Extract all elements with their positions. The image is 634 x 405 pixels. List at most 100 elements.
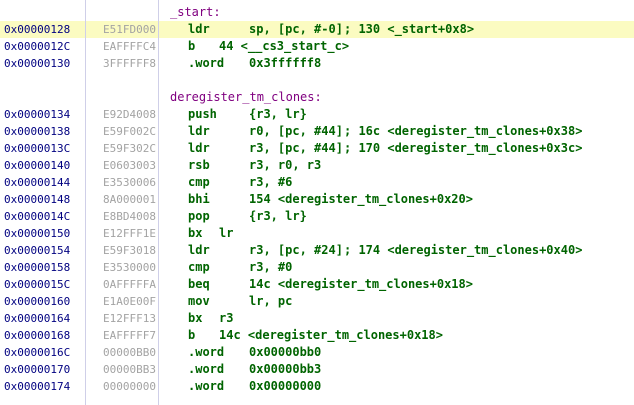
mnemonic: pop [188, 208, 249, 225]
mnemonic: cmp [188, 174, 249, 191]
address-cell: 0x0000014C [0, 208, 85, 225]
disassembly-listing[interactable]: _start:0x00000128E51FD000ldrsp, [pc, #-0… [0, 0, 634, 405]
address-cell: 0x00000150 [0, 225, 85, 242]
disassembly-cell: deregister_tm_clones: [158, 89, 634, 106]
disassembly-cell: ldrsp, [pc, #-0]; 130 <_start+0x8> [158, 21, 634, 38]
opcode-bytes-cell: E59F3018 [85, 242, 158, 259]
opcode-bytes-cell: EAFFFFC4 [85, 38, 158, 55]
opcode-bytes-cell: E12FFF1E [85, 225, 158, 242]
label-row[interactable]: deregister_tm_clones: [0, 89, 634, 106]
disassembly-row[interactable]: 0x00000128E51FD000ldrsp, [pc, #-0]; 130 … [0, 21, 634, 38]
address-cell: 0x00000148 [0, 191, 85, 208]
mnemonic: b [188, 327, 219, 344]
disassembly-cell: rsbr3, r0, r3 [158, 157, 634, 174]
comment: ; 16c <deregister_tm_clones+0x38> [344, 124, 582, 138]
address-cell: 0x0000015C [0, 276, 85, 293]
disassembly-row[interactable]: 0x0000017400000000.word0x00000000 [0, 378, 634, 395]
operands: r3, #0 [249, 259, 344, 276]
disassembly-cell: cmpr3, #6 [158, 174, 634, 191]
disassembly-row[interactable]: 0x0000013CE59F302Cldrr3, [pc, #44]; 170 … [0, 140, 634, 157]
operands: sp, [pc, #-0] [249, 21, 344, 38]
disassembly-row[interactable]: 0x00000164E12FFF13bxr3 [0, 310, 634, 327]
disassembly-row[interactable]: 0x00000140E0603003rsbr3, r0, r3 [0, 157, 634, 174]
operands: r3, #6 [249, 174, 344, 191]
mnemonic: mov [188, 293, 249, 310]
address-cell: 0x00000168 [0, 327, 85, 344]
label-row[interactable]: _start: [0, 4, 634, 21]
operands: 14c <deregister_tm_clones+0x18> [219, 327, 443, 344]
disassembly-row[interactable]: 0x00000168EAFFFFF7b14c <deregister_tm_cl… [0, 327, 634, 344]
address-cell: 0x00000164 [0, 310, 85, 327]
disassembly-row[interactable]: 0x0000015C0AFFFFFAbeq14c <deregister_tm_… [0, 276, 634, 293]
address-cell [0, 72, 85, 89]
operands: 0x00000000 [249, 378, 344, 395]
disassembly-row[interactable]: 0x0000012CEAFFFFC4b44 <__cs3_start_c> [0, 38, 634, 55]
opcode-bytes-cell: 00000BB0 [85, 344, 158, 361]
opcode-bytes-cell: E1A0E00F [85, 293, 158, 310]
address-cell: 0x0000012C [0, 38, 85, 55]
opcode-bytes-cell: 3FFFFFF8 [85, 55, 158, 72]
opcode-bytes-cell: E0603003 [85, 157, 158, 174]
opcode-bytes-cell [85, 89, 158, 106]
disassembly-row[interactable]: 0x00000158E3530000cmpr3, #0 [0, 259, 634, 276]
mnemonic: .word [188, 361, 249, 378]
blank-row [0, 72, 634, 89]
disassembly-cell: .word0x00000bb0 [158, 344, 634, 361]
address-cell: 0x00000160 [0, 293, 85, 310]
operands: 0x3ffffff8 [249, 55, 344, 72]
disassembly-cell: push{r3, lr} [158, 106, 634, 123]
disassembly-cell: bxlr [158, 225, 634, 242]
mnemonic: bhi [188, 191, 249, 208]
address-cell: 0x00000144 [0, 174, 85, 191]
address-cell: 0x00000154 [0, 242, 85, 259]
disassembly-cell: movlr, pc [158, 293, 634, 310]
address-cell: 0x00000128 [0, 21, 85, 38]
comment: ; 130 <_start+0x8> [344, 22, 474, 36]
disassembly-row[interactable]: 0x0000016C00000BB0.word0x00000bb0 [0, 344, 634, 361]
address-cell: 0x00000174 [0, 378, 85, 395]
opcode-bytes-cell: 0AFFFFFA [85, 276, 158, 293]
address-cell: 0x00000140 [0, 157, 85, 174]
mnemonic: beq [188, 276, 249, 293]
disassembly-row[interactable]: 0x0000017000000BB3 .word0x00000bb3 [0, 361, 634, 378]
opcode-bytes-cell: E51FD000 [85, 21, 158, 38]
disassembly-cell: bxr3 [158, 310, 634, 327]
mnemonic: cmp [188, 259, 249, 276]
disassembly-cell [158, 72, 634, 89]
opcode-bytes-cell [85, 72, 158, 89]
disassembly-row[interactable]: 0x0000014CE8BD4008pop{r3, lr} [0, 208, 634, 225]
disassembly-cell: .word0x3ffffff8 [158, 55, 634, 72]
disassembly-cell: .word0x00000000 [158, 378, 634, 395]
disassembly-row[interactable]: 0x000001488A000001bhi154 <deregister_tm_… [0, 191, 634, 208]
disassembly-row[interactable]: 0x00000144E3530006cmpr3, #6 [0, 174, 634, 191]
operands: {r3, lr} [249, 106, 344, 123]
mnemonic: bx [188, 310, 219, 327]
operands: r3, r0, r3 [249, 157, 344, 174]
disassembly-row[interactable]: 0x00000154E59F3018ldrr3, [pc, #24]; 174 … [0, 242, 634, 259]
address-cell: 0x00000158 [0, 259, 85, 276]
address-cell: 0x00000130 [0, 55, 85, 72]
address-cell: 0x00000134 [0, 106, 85, 123]
opcode-bytes-cell: 00000BB3 [85, 361, 158, 378]
address-cell: 0x00000170 [0, 361, 85, 378]
operands: r3, [pc, #24] [249, 242, 344, 259]
disassembly-row[interactable]: 0x00000138E59F002Cldrr0, [pc, #44]; 16c … [0, 123, 634, 140]
disassembly-row[interactable]: 0x000001303FFFFFF8.word0x3ffffff8 [0, 55, 634, 72]
mnemonic: push [188, 106, 249, 123]
opcode-bytes-cell: 8A000001 [85, 191, 158, 208]
disassembly-cell: pop{r3, lr} [158, 208, 634, 225]
symbol-label: deregister_tm_clones: [170, 90, 322, 104]
column-separator-bytes [158, 0, 159, 405]
disassembly-row[interactable]: 0x00000150E12FFF1Ebxlr [0, 225, 634, 242]
operands: {r3, lr} [249, 208, 344, 225]
disassembly-cell: bhi154 <deregister_tm_clones+0x20> [158, 191, 634, 208]
comment: ; 174 <deregister_tm_clones+0x40> [344, 243, 582, 257]
disassembly-row[interactable]: 0x00000134E92D4008push{r3, lr} [0, 106, 634, 123]
operands: 0x00000bb3 [249, 361, 344, 378]
disassembly-cell: beq14c <deregister_tm_clones+0x18> [158, 276, 634, 293]
address-cell [0, 89, 85, 106]
disassembly-cell: ldrr3, [pc, #24]; 174 <deregister_tm_clo… [158, 242, 634, 259]
disassembly-cell: _start: [158, 4, 634, 21]
disassembly-row[interactable]: 0x00000160E1A0E00Fmovlr, pc [0, 293, 634, 310]
mnemonic: ldr [188, 242, 249, 259]
